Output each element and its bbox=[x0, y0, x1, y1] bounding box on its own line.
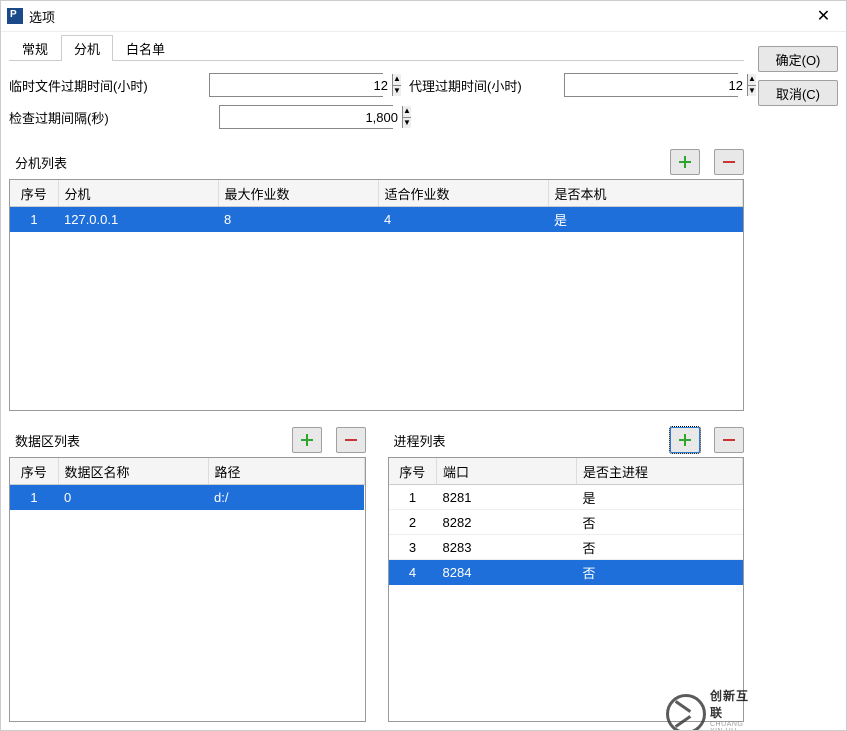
extension-section: 分机列表 序号 分机 最大作业数 bbox=[9, 137, 744, 411]
process-remove-button[interactable] bbox=[714, 427, 744, 453]
table-cell: 1 bbox=[10, 207, 58, 232]
options-window: 选项 ✕ 常规 分机 白名单 临时文件过期时间(小时) ▲ bbox=[0, 0, 847, 731]
spinner-down-icon[interactable]: ▼ bbox=[393, 86, 401, 97]
data-area-col-idx[interactable]: 序号 bbox=[10, 458, 58, 485]
proxy-expire-input[interactable] bbox=[565, 74, 747, 96]
extension-list-title: 分机列表 bbox=[9, 153, 656, 172]
proxy-expire-label: 代理过期时间(小时) bbox=[409, 76, 522, 95]
watermark-text: 创新互联 bbox=[710, 687, 756, 721]
plus-icon bbox=[679, 434, 691, 446]
tab-extension[interactable]: 分机 bbox=[61, 35, 113, 61]
table-cell: 1 bbox=[389, 485, 437, 510]
close-icon[interactable]: ✕ bbox=[801, 1, 846, 31]
table-row[interactable]: 10d:/ bbox=[10, 485, 364, 510]
minus-icon bbox=[345, 439, 357, 441]
process-section: 进程列表 序号 端口 bbox=[388, 415, 745, 722]
data-area-title: 数据区列表 bbox=[9, 431, 278, 450]
extension-col-islocal[interactable]: 是否本机 bbox=[548, 180, 743, 207]
table-cell: 3 bbox=[389, 535, 437, 560]
spinner-up-icon[interactable]: ▲ bbox=[393, 74, 401, 86]
table-cell: 否 bbox=[577, 560, 743, 585]
bottom-split: 数据区列表 序号 数据区名称 bbox=[9, 415, 744, 722]
window-title: 选项 bbox=[29, 7, 801, 26]
table-cell: 8284 bbox=[437, 560, 577, 585]
data-area-table-box: 序号 数据区名称 路径 10d:/ bbox=[9, 457, 366, 722]
check-interval-spinner[interactable]: ▲ ▼ bbox=[219, 105, 393, 129]
check-interval-label: 检查过期间隔(秒) bbox=[9, 108, 109, 127]
body-area: 常规 分机 白名单 临时文件过期时间(小时) ▲ ▼ bbox=[1, 32, 846, 730]
watermark-logo: 创新互联 CHUANG XIN HU LIAN bbox=[666, 694, 756, 730]
plus-icon bbox=[679, 156, 691, 168]
plus-icon bbox=[301, 434, 313, 446]
table-row[interactable]: 18281是 bbox=[389, 485, 743, 510]
spinner-arrows[interactable]: ▲ ▼ bbox=[402, 106, 411, 128]
tab-whitelist[interactable]: 白名单 bbox=[113, 35, 178, 61]
table-cell: 8282 bbox=[437, 510, 577, 535]
process-add-button[interactable] bbox=[670, 427, 700, 453]
extension-table-box: 序号 分机 最大作业数 适合作业数 是否本机 1127.0.0.184是 bbox=[9, 179, 744, 411]
table-cell: d:/ bbox=[208, 485, 364, 510]
spinner-up-icon[interactable]: ▲ bbox=[748, 74, 756, 86]
extension-col-host[interactable]: 分机 bbox=[58, 180, 218, 207]
table-cell: 2 bbox=[389, 510, 437, 535]
table-cell: 8283 bbox=[437, 535, 577, 560]
process-table[interactable]: 序号 端口 是否主进程 18281是28282否38283否48284否 bbox=[389, 458, 744, 585]
process-col-idx[interactable]: 序号 bbox=[389, 458, 437, 485]
extension-add-button[interactable] bbox=[670, 149, 700, 175]
extension-col-maxjobs[interactable]: 最大作业数 bbox=[218, 180, 378, 207]
extension-remove-button[interactable] bbox=[714, 149, 744, 175]
watermark-icon bbox=[666, 694, 706, 730]
table-cell: 否 bbox=[577, 535, 743, 560]
table-row[interactable]: 1127.0.0.184是 bbox=[10, 207, 743, 232]
data-area-section: 数据区列表 序号 数据区名称 bbox=[9, 415, 366, 722]
table-cell: 否 bbox=[577, 510, 743, 535]
titlebar: 选项 ✕ bbox=[1, 1, 846, 32]
table-row[interactable]: 38283否 bbox=[389, 535, 743, 560]
table-cell: 0 bbox=[58, 485, 208, 510]
process-col-ismain[interactable]: 是否主进程 bbox=[577, 458, 743, 485]
data-area-add-button[interactable] bbox=[292, 427, 322, 453]
data-area-table[interactable]: 序号 数据区名称 路径 10d:/ bbox=[10, 458, 365, 510]
app-icon bbox=[7, 8, 23, 24]
check-interval-input[interactable] bbox=[220, 106, 402, 128]
ok-button[interactable]: 确定(O) bbox=[758, 46, 838, 72]
table-cell: 8 bbox=[218, 207, 378, 232]
minus-icon bbox=[723, 161, 735, 163]
extension-table[interactable]: 序号 分机 最大作业数 适合作业数 是否本机 1127.0.0.184是 bbox=[10, 180, 743, 232]
temp-file-expire-label: 临时文件过期时间(小时) bbox=[9, 76, 148, 95]
table-cell: 4 bbox=[378, 207, 548, 232]
extension-col-idx[interactable]: 序号 bbox=[10, 180, 58, 207]
spinner-down-icon[interactable]: ▼ bbox=[748, 86, 756, 97]
spinner-arrows[interactable]: ▲ ▼ bbox=[747, 74, 756, 96]
right-button-pane: 确定(O) 取消(C) bbox=[752, 32, 846, 730]
process-title: 进程列表 bbox=[388, 431, 657, 450]
left-pane: 常规 分机 白名单 临时文件过期时间(小时) ▲ ▼ bbox=[1, 32, 752, 730]
process-col-port[interactable]: 端口 bbox=[437, 458, 577, 485]
tab-bar: 常规 分机 白名单 bbox=[9, 36, 744, 61]
table-row[interactable]: 48284否 bbox=[389, 560, 743, 585]
table-cell: 8281 bbox=[437, 485, 577, 510]
cancel-button[interactable]: 取消(C) bbox=[758, 80, 838, 106]
data-area-remove-button[interactable] bbox=[336, 427, 366, 453]
process-table-box: 序号 端口 是否主进程 18281是28282否38283否48284否 bbox=[388, 457, 745, 722]
watermark-subtext: CHUANG XIN HU LIAN bbox=[710, 721, 756, 731]
temp-file-expire-spinner[interactable]: ▲ ▼ bbox=[209, 73, 383, 97]
temp-file-expire-input[interactable] bbox=[210, 74, 392, 96]
data-area-col-name[interactable]: 数据区名称 bbox=[58, 458, 208, 485]
table-cell: 127.0.0.1 bbox=[58, 207, 218, 232]
proxy-expire-spinner[interactable]: ▲ ▼ bbox=[564, 73, 738, 97]
extension-col-fitjobs[interactable]: 适合作业数 bbox=[378, 180, 548, 207]
table-cell: 是 bbox=[577, 485, 743, 510]
spinner-up-icon[interactable]: ▲ bbox=[403, 106, 411, 118]
spinner-arrows[interactable]: ▲ ▼ bbox=[392, 74, 401, 96]
data-area-col-path[interactable]: 路径 bbox=[208, 458, 364, 485]
tab-general[interactable]: 常规 bbox=[9, 35, 61, 61]
table-cell: 4 bbox=[389, 560, 437, 585]
table-row[interactable]: 28282否 bbox=[389, 510, 743, 535]
table-cell: 1 bbox=[10, 485, 58, 510]
minus-icon bbox=[723, 439, 735, 441]
table-cell: 是 bbox=[548, 207, 743, 232]
spinner-down-icon[interactable]: ▼ bbox=[403, 118, 411, 129]
fields-area: 临时文件过期时间(小时) ▲ ▼ 代理过期时间(小时) bbox=[9, 73, 744, 137]
